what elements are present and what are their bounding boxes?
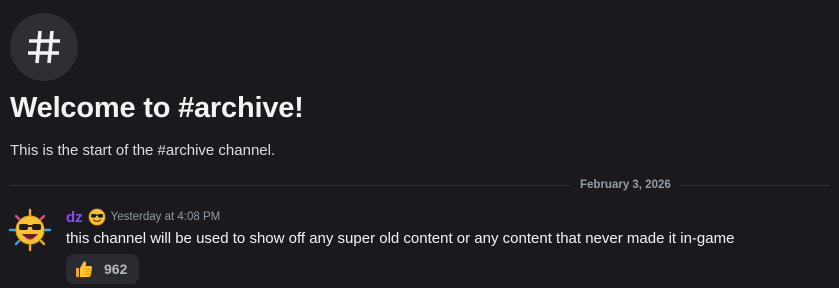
date-divider-label: February 3, 2026 [570, 178, 681, 192]
sunglasses-emoji-icon [88, 208, 106, 226]
reaction-count: 962 [104, 261, 128, 277]
welcome-title: Welcome to #archive! [10, 92, 304, 124]
channel-view: Welcome to #archive! This is the start o… [0, 0, 839, 288]
date-divider [10, 185, 829, 186]
avatar[interactable] [8, 208, 52, 252]
message: dz Yesterday at 4:08 PM this channel wil… [0, 200, 839, 288]
welcome-subtitle: This is the start of the #archive channe… [10, 142, 276, 159]
username[interactable]: dz [66, 209, 83, 226]
thumbs-up-icon [74, 259, 94, 279]
sunglasses-sun-avatar [8, 208, 52, 252]
channel-hash-badge [10, 13, 78, 81]
message-header: dz Yesterday at 4:08 PM [66, 208, 220, 226]
hash-icon [28, 30, 60, 64]
message-content: this channel will be used to show off an… [66, 230, 735, 247]
reaction-thumbs-up[interactable]: 962 [66, 254, 140, 284]
message-timestamp[interactable]: Yesterday at 4:08 PM [111, 211, 221, 223]
